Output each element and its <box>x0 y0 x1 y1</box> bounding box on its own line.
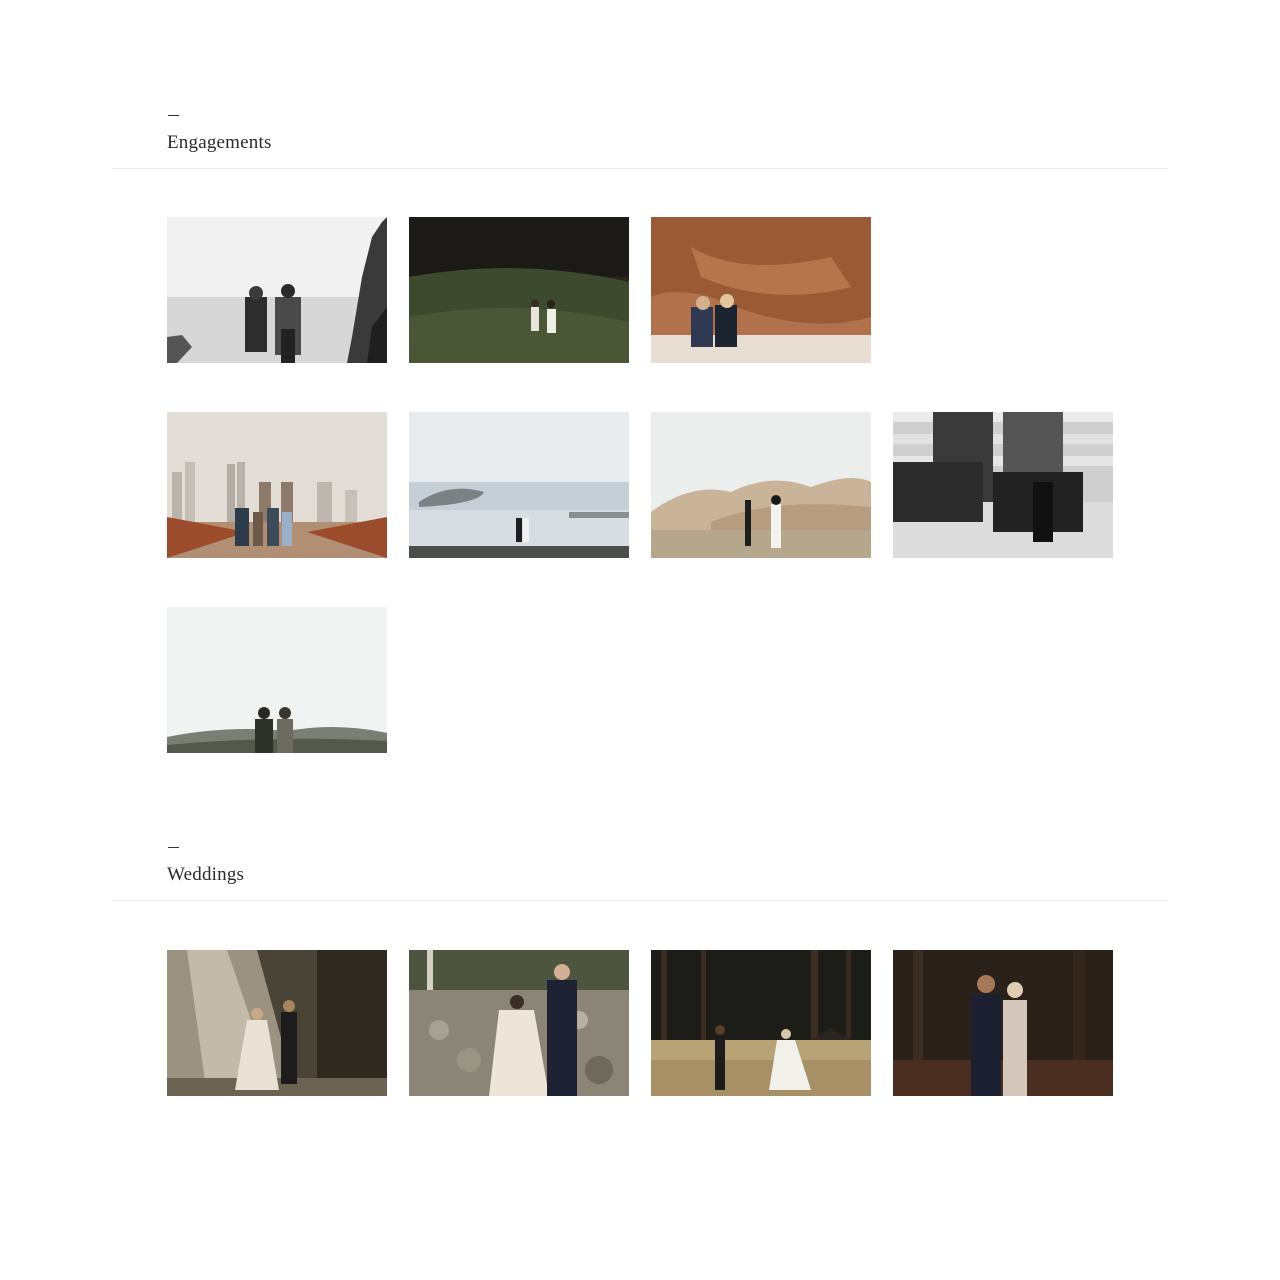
gallery-thumbnail[interactable] <box>651 412 871 558</box>
section-divider <box>112 900 1168 901</box>
gallery-thumbnail[interactable] <box>167 607 387 753</box>
gallery-thumbnail[interactable] <box>167 412 387 558</box>
bride-groom-in-forest-meadow-image <box>651 950 871 1096</box>
gallery-thumbnail[interactable] <box>167 950 387 1096</box>
bride-groom-in-dark-woods-image <box>893 950 1113 1096</box>
gallery-thumbnail[interactable] <box>893 950 1113 1096</box>
gallery-thumbnail[interactable] <box>893 412 1113 558</box>
section-dash <box>168 115 179 116</box>
gallery-thumbnail[interactable] <box>409 950 629 1096</box>
bride-groom-in-sunlit-mist-image <box>167 950 387 1096</box>
couple-in-grassy-hills-image <box>651 412 871 558</box>
couple-on-rocky-beach-image <box>167 217 387 363</box>
couple-by-ocean-pool-image <box>409 412 629 558</box>
section-title: Engagements <box>167 132 272 153</box>
couple-in-dark-forest-image <box>409 217 629 363</box>
gallery-thumbnail[interactable] <box>651 217 871 363</box>
section-title: Weddings <box>167 864 245 885</box>
gallery-thumbnail[interactable] <box>409 217 629 363</box>
couple-on-misty-hilltop-image <box>167 607 387 753</box>
gallery-thumbnail[interactable] <box>409 412 629 558</box>
couple-sitting-by-red-cliff-image <box>651 217 871 363</box>
section-dash <box>168 847 179 848</box>
bride-groom-on-rocky-riverbed-image <box>409 950 629 1096</box>
section-divider <box>112 168 1168 169</box>
couple-sitting-on-steps-image <box>893 412 1113 558</box>
gallery-thumbnail[interactable] <box>651 950 871 1096</box>
gallery-thumbnail[interactable] <box>167 217 387 363</box>
couples-on-brooklyn-bridge-image <box>167 412 387 558</box>
